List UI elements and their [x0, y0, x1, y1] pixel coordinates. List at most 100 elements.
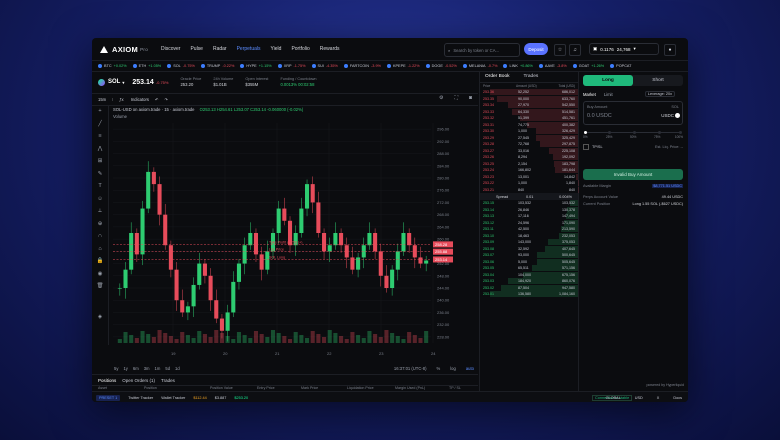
brush-icon[interactable]: ✎: [92, 168, 108, 181]
volume-bar: [305, 338, 310, 343]
pattern-icon[interactable]: ⋀: [92, 143, 108, 156]
ticker-item[interactable]: DOGE -0.52%: [425, 63, 457, 68]
ticker-item[interactable]: ETH +1.05%: [132, 63, 161, 68]
ticker-item[interactable]: POPCAT: [610, 63, 633, 68]
nav-pulse[interactable]: Pulse: [190, 46, 203, 52]
orderbook-row[interactable]: 253.01 136,580 1,084,160: [480, 291, 578, 298]
user-icon[interactable]: ●: [664, 44, 676, 56]
amount-slider[interactable]: 0% 25% 50% 75% 100%: [583, 129, 683, 139]
x-tick-label: 20: [223, 351, 228, 356]
nav-portfolio[interactable]: Portfolio: [291, 46, 309, 52]
tab-positions[interactable]: Positions: [98, 378, 116, 383]
nav-yield[interactable]: Yield: [271, 46, 282, 52]
docs-link[interactable]: Docs: [673, 396, 682, 400]
trendline-icon[interactable]: ╱: [92, 118, 108, 131]
candle-body: [339, 233, 344, 246]
twitter-tracker[interactable]: Twitter Tracker: [128, 396, 153, 400]
range-5d[interactable]: 5d: [165, 366, 170, 371]
ticker-item[interactable]: AAVE -3.8%: [538, 63, 567, 68]
tab-open-orders[interactable]: Open Orders (1): [122, 378, 155, 383]
tab-order-book[interactable]: Order Book: [485, 74, 510, 79]
tab-limit[interactable]: Limit: [604, 92, 613, 97]
bell-icon[interactable]: ♫: [569, 44, 581, 56]
redo-icon[interactable]: ↷: [164, 97, 168, 102]
leverage-button[interactable]: Leverage: 20x: [644, 91, 675, 97]
ticker-item[interactable]: BTC +0.02%: [98, 63, 127, 68]
candle-body: [231, 281, 236, 313]
usd-button[interactable]: USD: [635, 396, 643, 400]
text-icon[interactable]: T: [92, 180, 108, 193]
ticker-item[interactable]: SOL -0.75%: [167, 63, 195, 68]
nav-discover[interactable]: Discover: [161, 46, 180, 52]
projection-icon[interactable]: ⊞: [92, 155, 108, 168]
price-chart[interactable]: 296.00 292.00 288.00 284.00 280.00 276.00 272.…: [109, 105, 478, 361]
tab-ob-trades[interactable]: Trades: [524, 74, 539, 79]
undo-icon[interactable]: ↶: [155, 97, 159, 102]
emoji-icon[interactable]: ☺: [92, 193, 108, 206]
preset-button[interactable]: PRESET 1: [96, 394, 121, 401]
candle-type-icon[interactable]: ⫶: [112, 97, 113, 102]
settings-icon[interactable]: ⚙: [439, 95, 443, 101]
ticker-item[interactable]: SUI -4.35%: [311, 63, 338, 68]
logo[interactable]: AXIOM Pro: [100, 45, 148, 54]
crosshair-icon[interactable]: +: [92, 105, 108, 118]
nav-perpetuals[interactable]: Perpetuals: [237, 46, 261, 52]
zoom-in-icon[interactable]: ⊕: [92, 218, 108, 231]
buy-amount-input[interactable]: Buy Amount SOL 0.0 USDC USDC: [583, 101, 683, 125]
tpsl-toggle[interactable]: TP/SL Est. Liq. Price: --: [583, 143, 683, 151]
long-button[interactable]: Long: [583, 75, 633, 86]
interval-select[interactable]: 15m: [98, 97, 106, 102]
ticker-item[interactable]: MELANIA -0.7%: [462, 63, 497, 68]
ob-total: 675,156: [562, 272, 575, 277]
tab-market[interactable]: Market: [583, 92, 596, 97]
ticker-item[interactable]: TRUMP -0.22%: [200, 63, 234, 68]
chart-range-bar: 5y 1y 6m 3m 1m 5d 1d 16:37:01 (UTC-8) % …: [109, 363, 478, 373]
trash-icon[interactable]: 🗑: [92, 280, 108, 293]
ticker-item[interactable]: GOAT +1.26%: [572, 63, 604, 68]
range-6m[interactable]: 6m: [133, 366, 139, 371]
magnet-icon[interactable]: ∩: [92, 230, 108, 243]
checkbox[interactable]: [583, 144, 589, 150]
lock-drawings-icon[interactable]: ⌂: [92, 243, 108, 256]
scale-percent[interactable]: %: [437, 366, 441, 371]
short-button[interactable]: Short: [633, 75, 683, 86]
ticker-item[interactable]: FARTCOIN -3.9%: [343, 63, 381, 68]
indicators-button[interactable]: ƒx Indicators: [119, 97, 149, 102]
candle-body: [248, 233, 253, 246]
fib-icon[interactable]: ≡: [92, 130, 108, 143]
range-3m[interactable]: 3m: [144, 366, 150, 371]
chart-panel: SOL ▾ 253.14 -0.75% Oracle Price 253.20 2…: [92, 71, 478, 402]
nav-rewards[interactable]: Rewards: [320, 46, 340, 52]
ob-amount: 5,000: [518, 259, 527, 264]
ticker-item[interactable]: KPEPE -1.22%: [386, 63, 420, 68]
ob-price: 253.26: [483, 155, 494, 159]
nav-radar[interactable]: Radar: [213, 46, 227, 52]
camera-icon[interactable]: ◙: [469, 95, 472, 101]
symbol-selector[interactable]: SOL ▾ 253.14 -0.75%: [98, 78, 168, 86]
x-link[interactable]: X: [657, 396, 660, 400]
star-icon[interactable]: ☆: [554, 44, 566, 56]
global-button[interactable]: GLOBAL: [606, 396, 621, 400]
ticker-item[interactable]: HYPE +1.15%: [240, 63, 272, 68]
fullscreen-icon[interactable]: ⛶: [454, 95, 458, 101]
ob-total: 400,382: [562, 122, 575, 127]
buy-button[interactable]: Invalid Buy Amount: [583, 169, 683, 180]
lock-icon[interactable]: 🔒: [92, 255, 108, 268]
layers-icon[interactable]: ◈: [92, 311, 108, 324]
range-1d[interactable]: 1d: [175, 366, 180, 371]
range-5y[interactable]: 5y: [114, 366, 118, 371]
scale-log[interactable]: log: [450, 366, 456, 371]
deposit-button[interactable]: Deposit: [524, 43, 548, 55]
ticker-item[interactable]: LINK +0.86%: [503, 63, 533, 68]
scale-auto[interactable]: auto: [466, 366, 474, 371]
range-1y[interactable]: 1y: [123, 366, 127, 371]
wallet-tracker[interactable]: Wallet Tracker: [161, 396, 185, 400]
ticker-item[interactable]: XRP -1.75%: [277, 63, 306, 68]
wallet-selector[interactable]: ▣ 0.1176 24,768 ▾: [589, 43, 659, 55]
currency-toggle-icon[interactable]: [675, 113, 680, 118]
ruler-icon[interactable]: ⟂: [92, 205, 108, 218]
range-1m[interactable]: 1m: [155, 366, 161, 371]
eye-icon[interactable]: ◉: [92, 268, 108, 281]
tab-trades[interactable]: Trades: [161, 378, 175, 383]
search-input[interactable]: ⌕ Search by token or CA...: [444, 43, 520, 57]
